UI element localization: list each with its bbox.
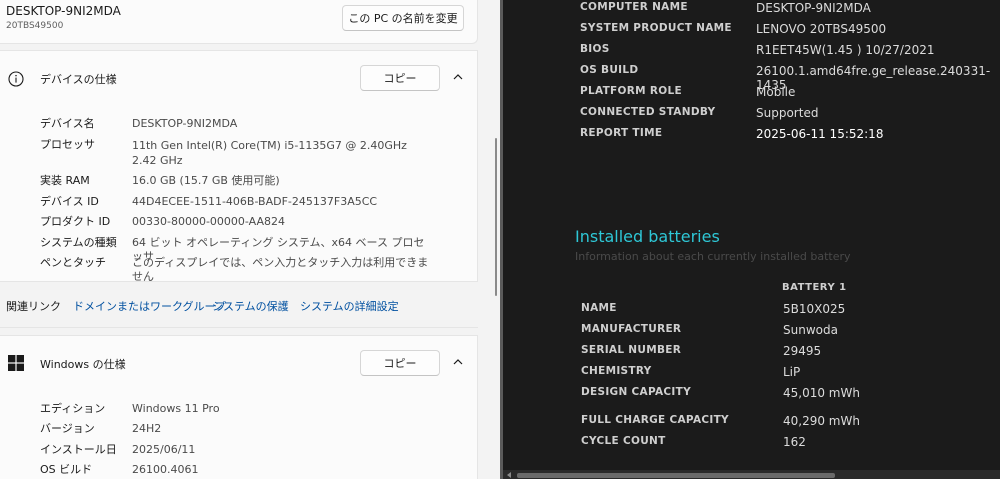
windows-logo-icon [8,355,24,371]
battery-key: MANUFACTURER [581,323,682,335]
system-value: 2025-06-11 15:52:18 [756,127,884,141]
battery-key: CYCLE COUNT [581,435,666,447]
system-row-platform-role: PLATFORM ROLE Mobile [503,85,1000,105]
system-value: DESKTOP-9NI2MDA [756,1,871,15]
battery-report-panel: COMPUTER NAME DESKTOP-9NI2MDA SYSTEM PRO… [503,0,1000,479]
settings-about-panel: DESKTOP-9NI2MDA 20TBS49500 この PC の名前を変更 … [0,0,500,479]
battery-column-header: BATTERY 1 [782,282,847,293]
system-row-os-build: OS BUILD 26100.1.amd64fre.ge_release.240… [503,64,1000,92]
spec-key: デバイス名 [40,117,95,130]
spec-value[interactable]: 11th Gen Intel(R) Core(TM) i5-1135G7 @ 2… [132,138,427,168]
system-key: PLATFORM ROLE [580,85,682,97]
battery-key: FULL CHARGE CAPACITY [581,414,729,426]
spec-value[interactable]: Windows 11 Pro [132,402,432,416]
battery-row-design-capacity: DESIGN CAPACITY 45,010 mWh [503,386,1000,406]
spec-value[interactable]: DESKTOP-9NI2MDA [132,117,432,131]
battery-value: 5B10X025 [783,302,846,316]
system-row-bios: BIOS R1EET45W(1.45 ) 10/27/2021 [503,43,1000,63]
system-row-computer-name: COMPUTER NAME DESKTOP-9NI2MDA [503,1,1000,21]
device-specs-title: デバイスの仕様 [40,73,117,86]
related-links-bar: 関連リンク ドメインまたはワークグループ システムの保護 システムの詳細設定 [0,282,478,328]
pc-name-card: DESKTOP-9NI2MDA 20TBS49500 この PC の名前を変更 [0,0,478,44]
installed-batteries-subtitle: Information about each currently install… [575,250,851,263]
windows-specs-header[interactable]: Windows の仕様 コピー [0,336,477,392]
battery-value: 40,290 mWh [783,414,860,428]
scroll-left-arrow-icon[interactable] [505,471,513,479]
battery-value: Sunwoda [783,323,838,337]
system-key: CONNECTED STANDBY [580,106,716,118]
battery-value: LiP [783,365,801,379]
related-links-label: 関連リンク [6,300,61,313]
spec-key: インストール日 [40,443,117,456]
windows-specs-title: Windows の仕様 [40,358,126,371]
system-key: BIOS [580,43,610,55]
system-value: Supported [756,106,819,120]
system-row-connected-standby: CONNECTED STANDBY Supported [503,106,1000,126]
spec-value[interactable]: 00330-80000-00000-AA824 [132,215,432,229]
battery-row-cycle-count: CYCLE COUNT 162 [503,435,1000,455]
device-specs-card: デバイスの仕様 コピー デバイス名 DESKTOP-9NI2MDA プロセッサ … [0,50,478,284]
spec-key: プロダクト ID [40,215,111,228]
chevron-up-icon[interactable] [451,355,465,369]
spec-key: バージョン [40,422,95,435]
spec-key: システムの種類 [40,236,117,249]
battery-row-manufacturer: MANUFACTURER Sunwoda [503,323,1000,343]
rename-pc-button[interactable]: この PC の名前を変更 [342,5,464,31]
device-specs-copy-button[interactable]: コピー [360,65,440,91]
link-system-protection[interactable]: システムの保護 [212,298,289,314]
system-key: REPORT TIME [580,127,663,139]
spec-key: エディション [40,402,106,415]
battery-row-name: NAME 5B10X025 [503,302,1000,322]
installed-batteries-heading: Installed batteries [575,227,720,246]
spec-key: 実装 RAM [40,174,90,187]
battery-key: CHEMISTRY [581,365,652,377]
system-value: Mobile [756,85,796,99]
system-key: COMPUTER NAME [580,1,688,13]
battery-key: SERIAL NUMBER [581,344,682,356]
spec-value[interactable]: このディスプレイでは、ペン入力とタッチ入力は利用できません [132,256,432,284]
spec-value[interactable]: 44D4ECEE-1511-406B-BADF-245137F3A5CC [132,195,432,209]
device-specs-header[interactable]: デバイスの仕様 コピー [0,51,477,107]
spec-value[interactable]: 2025/06/11 [132,443,432,457]
vertical-scrollbar[interactable] [495,138,497,296]
info-icon [8,71,24,87]
battery-row-chemistry: CHEMISTRY LiP [503,365,1000,385]
horizontal-scroll-thumb[interactable] [517,473,835,478]
system-value: LENOVO 20TBS49500 [756,22,887,36]
battery-row-serial-number: SERIAL NUMBER 29495 [503,344,1000,364]
system-row-product-name: SYSTEM PRODUCT NAME LENOVO 20TBS49500 [503,22,1000,42]
system-row-report-time: REPORT TIME 2025-06-11 15:52:18 [503,127,1000,147]
spec-value[interactable]: 26100.4061 [132,463,432,477]
battery-value: 162 [783,435,806,449]
pc-name: DESKTOP-9NI2MDA [6,4,121,18]
system-value: R1EET45W(1.45 ) 10/27/2021 [756,43,935,57]
battery-row-full-charge-capacity: FULL CHARGE CAPACITY 40,290 mWh [503,414,1000,434]
battery-value: 45,010 mWh [783,386,860,400]
system-key: SYSTEM PRODUCT NAME [580,22,732,34]
spec-key: プロセッサ [40,138,95,151]
spec-key: デバイス ID [40,195,99,208]
spec-key: ペンとタッチ [40,256,106,269]
pc-model: 20TBS49500 [6,21,64,31]
link-domain-workgroup[interactable]: ドメインまたはワークグループ [73,298,226,314]
battery-key: DESIGN CAPACITY [581,386,691,398]
spec-value[interactable]: 16.0 GB (15.7 GB 使用可能) [132,174,432,188]
system-key: OS BUILD [580,64,639,76]
chevron-up-icon[interactable] [451,70,465,84]
battery-value: 29495 [783,344,822,358]
link-advanced-system-settings[interactable]: システムの詳細設定 [300,298,399,314]
spec-value[interactable]: 24H2 [132,422,432,436]
spec-key: OS ビルド [40,463,93,476]
battery-key: NAME [581,302,617,314]
windows-specs-copy-button[interactable]: コピー [360,350,440,376]
windows-specs-card: Windows の仕様 コピー エディション Windows 11 Pro バー… [0,335,478,479]
